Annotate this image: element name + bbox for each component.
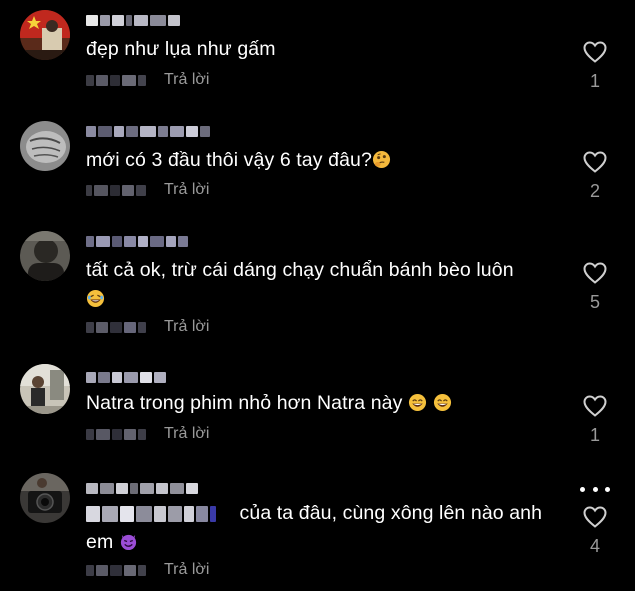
- username-redacted[interactable]: [86, 481, 198, 495]
- avatar[interactable]: [20, 473, 70, 523]
- like-control[interactable]: 4: [578, 506, 612, 557]
- smiling-devil-icon: [119, 532, 138, 551]
- grinning-face-icon: [408, 393, 427, 412]
- timestamp-redacted: [86, 74, 164, 86]
- username-redacted[interactable]: [86, 124, 210, 138]
- avatar[interactable]: [20, 121, 70, 171]
- like-count: 1: [589, 425, 600, 445]
- like-count: 4: [589, 536, 600, 556]
- like-count: 1: [589, 71, 600, 91]
- heart-icon[interactable]: [578, 506, 612, 528]
- avatar-dark-portrait-photo: [20, 231, 70, 281]
- avatar-gray-texture-photo: [20, 121, 70, 171]
- avatar-camera-photo: [20, 473, 70, 523]
- grinning-face-icon: [433, 393, 452, 412]
- comment-meta: Trả lời: [86, 180, 209, 200]
- like-count: 5: [589, 292, 600, 312]
- like-control[interactable]: 1: [578, 41, 612, 92]
- laughing-face-icon: [86, 289, 105, 308]
- username-redacted[interactable]: [86, 370, 166, 384]
- comment-meta: Trả lời: [86, 317, 209, 337]
- heart-icon[interactable]: [578, 151, 612, 173]
- avatar-red-flag-photo: [20, 10, 70, 60]
- heart-icon[interactable]: [578, 395, 612, 417]
- like-control[interactable]: 1: [578, 395, 612, 446]
- comment-text: đẹp như lụa như gấm: [86, 38, 276, 60]
- comment-text: tất cả ok, trừ cái dáng chạy chuẩn bánh …: [86, 256, 566, 314]
- like-count: 2: [589, 181, 600, 201]
- comment-meta: Trả lời: [86, 70, 209, 90]
- avatar[interactable]: [20, 10, 70, 60]
- username-redacted[interactable]: [86, 13, 180, 27]
- avatar-outdoor-photo: [20, 364, 70, 414]
- reply-button[interactable]: Trả lời: [164, 318, 209, 336]
- avatar[interactable]: [20, 364, 70, 414]
- more-options-icon[interactable]: [580, 484, 610, 494]
- redacted-text-block: [86, 505, 234, 522]
- comment-text: của ta đâu, cùng xông lên nào anh em: [86, 502, 543, 553]
- timestamp-redacted: [86, 428, 164, 440]
- username-redacted[interactable]: [86, 234, 188, 248]
- reply-button[interactable]: Trả lời: [164, 71, 209, 89]
- comment-text: Natra trong phim nhỏ hơn Natra này: [86, 389, 566, 418]
- reply-button[interactable]: Trả lời: [164, 181, 209, 199]
- timestamp-redacted: [86, 321, 164, 333]
- thinking-face-icon: [372, 150, 391, 169]
- avatar[interactable]: [20, 231, 70, 281]
- timestamp-redacted: [86, 564, 164, 576]
- comment-text: mới có 3 đầu thôi vậy 6 tay đâu?: [86, 146, 566, 175]
- timestamp-redacted: [86, 184, 164, 196]
- reply-button[interactable]: Trả lời: [164, 425, 209, 443]
- comment-meta: Trả lời: [86, 424, 209, 444]
- like-control[interactable]: 2: [578, 151, 612, 202]
- like-control[interactable]: 5: [578, 262, 612, 313]
- reply-button[interactable]: Trả lời: [164, 561, 209, 579]
- heart-icon[interactable]: [578, 262, 612, 284]
- heart-icon[interactable]: [578, 41, 612, 63]
- comment-meta: Trả lời: [86, 560, 209, 580]
